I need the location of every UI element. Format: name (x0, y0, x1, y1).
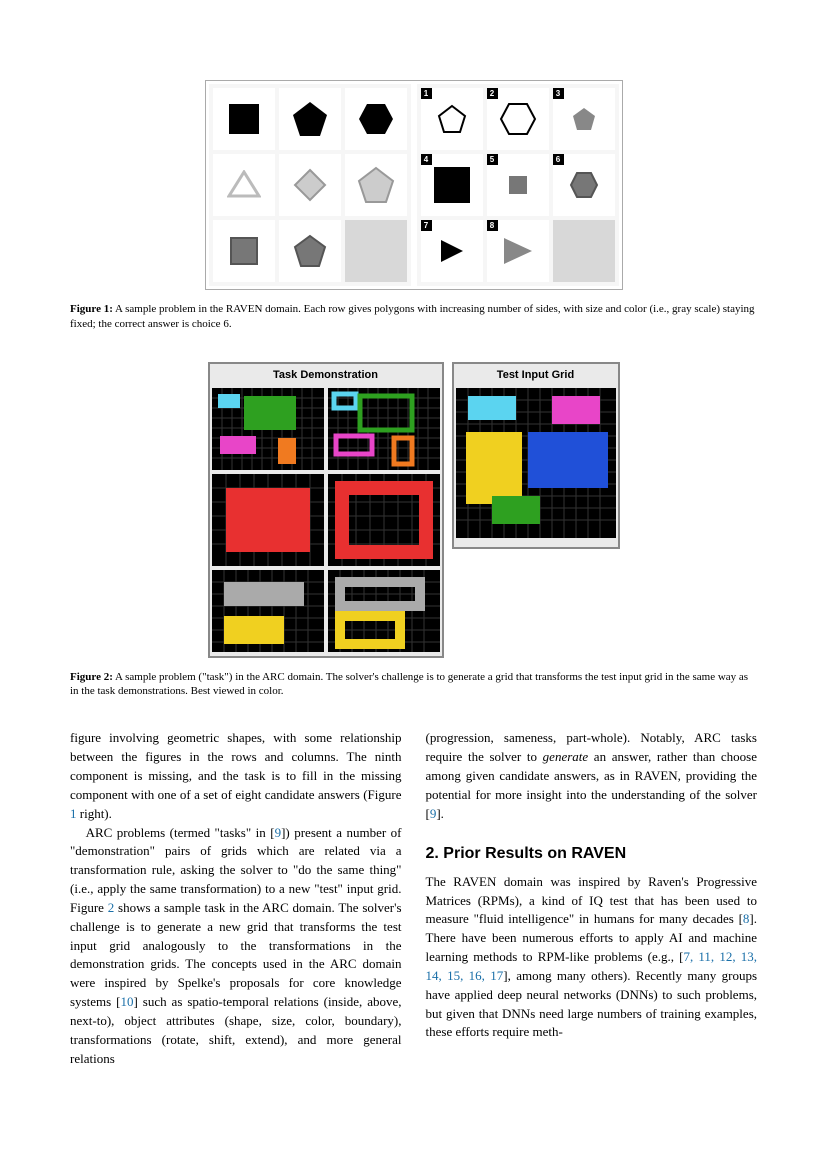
answer-number: 3 (553, 88, 564, 99)
raven-cell (279, 154, 341, 216)
demo-grid (212, 388, 440, 652)
paragraph: ARC problems (termed "tasks" in [9]) pre… (70, 824, 402, 1069)
raven-cell (345, 154, 407, 216)
paragraph: (progression, sameness, part-whole). Not… (426, 729, 758, 823)
figure-1-caption: Figure 1: A sample problem in the RAVEN … (70, 302, 757, 332)
figure-2-image: Task Demonstration (208, 362, 620, 658)
answer-number: 4 (421, 154, 432, 165)
figure-2-caption: Figure 2: A sample problem ("task") in t… (70, 670, 757, 700)
test-input-title: Test Input Grid (456, 366, 616, 388)
raven-cell (213, 154, 275, 216)
figure-1-image: 1 2 3 4 5 6 7 8 (205, 80, 623, 290)
answer-number: 8 (487, 220, 498, 231)
answer-number: 6 (553, 154, 564, 165)
figure-1: 1 2 3 4 5 6 7 8 (70, 80, 757, 290)
raven-problem-grid (209, 84, 411, 286)
figure-2: Task Demonstration (70, 362, 757, 658)
caption-label: Figure 1: (70, 303, 113, 315)
answer-cell: 2 (487, 88, 549, 150)
demo-input-2 (212, 474, 324, 566)
emphasis: generate (543, 749, 588, 764)
task-demonstration-panel: Task Demonstration (208, 362, 444, 658)
body-columns: figure involving geometric shapes, with … (70, 729, 757, 1068)
answer-cell-missing (553, 220, 615, 282)
demo-output-3 (328, 570, 440, 652)
paragraph: figure involving geometric shapes, with … (70, 729, 402, 823)
test-input-grid (456, 388, 616, 538)
answer-cell: 4 (421, 154, 483, 216)
raven-cell-missing (345, 220, 407, 282)
demo-input-3 (212, 570, 324, 652)
demo-input-1 (212, 388, 324, 470)
raven-cell (279, 220, 341, 282)
answer-number: 2 (487, 88, 498, 99)
answer-cell: 8 (487, 220, 549, 282)
raven-cell (213, 220, 275, 282)
task-demo-title: Task Demonstration (212, 366, 440, 388)
demo-output-2 (328, 474, 440, 566)
caption-text: A sample problem ("task") in the ARC dom… (70, 671, 748, 698)
test-input-panel: Test Input Grid (452, 362, 620, 550)
answer-number: 5 (487, 154, 498, 165)
caption-label: Figure 2: (70, 671, 113, 683)
raven-answer-grid: 1 2 3 4 5 6 7 8 (417, 84, 619, 286)
answer-number: 7 (421, 220, 432, 231)
section-heading: 2. Prior Results on RAVEN (426, 842, 758, 865)
answer-cell: 3 (553, 88, 615, 150)
demo-output-1 (328, 388, 440, 470)
raven-cell (345, 88, 407, 150)
paragraph: The RAVEN domain was inspired by Raven's… (426, 873, 758, 1043)
answer-cell: 5 (487, 154, 549, 216)
caption-text: A sample problem in the RAVEN domain. Ea… (70, 303, 755, 330)
answer-cell: 6 (553, 154, 615, 216)
citation-ref: 10 (120, 994, 133, 1009)
raven-cell (279, 88, 341, 150)
answer-number: 1 (421, 88, 432, 99)
answer-cell: 7 (421, 220, 483, 282)
answer-cell: 1 (421, 88, 483, 150)
raven-cell (213, 88, 275, 150)
